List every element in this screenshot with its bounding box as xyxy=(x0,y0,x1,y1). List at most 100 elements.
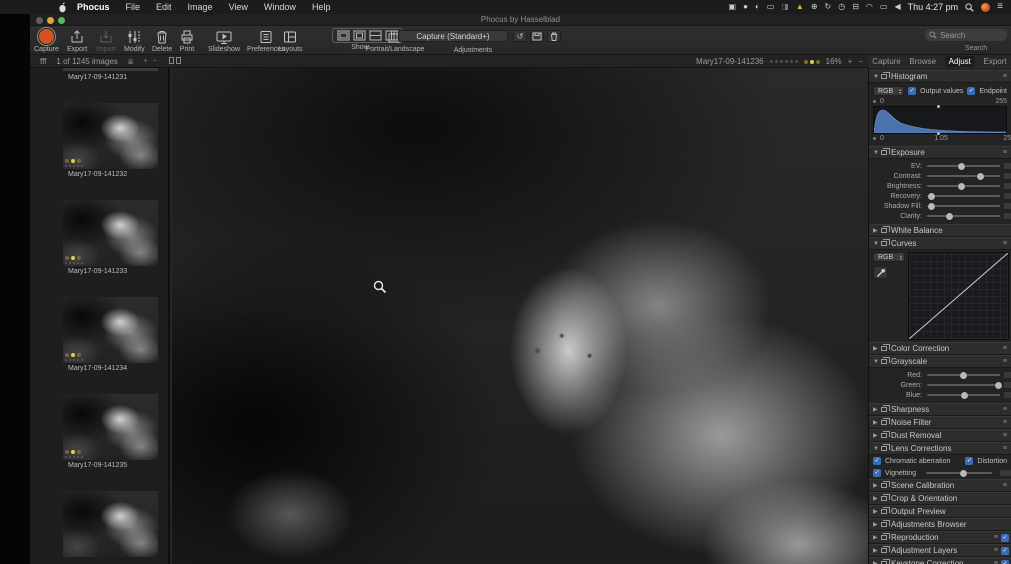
red-slider[interactable] xyxy=(927,374,1000,376)
filter-badge[interactable]: fff xyxy=(40,57,46,66)
section-preset-menu-icon[interactable]: ≡ xyxy=(1003,345,1007,352)
menu-view[interactable]: View xyxy=(221,0,256,14)
disclosure-triangle-icon[interactable]: ▶ xyxy=(873,406,881,413)
section-header-reproduction[interactable]: ▶ Reproduction ≡ ✓ xyxy=(869,531,1011,544)
menu-image[interactable]: Image xyxy=(180,0,221,14)
menu-window[interactable]: Window xyxy=(256,0,304,14)
keystone-checkbox[interactable]: ✓ xyxy=(1001,560,1009,564)
recovery-slider[interactable] xyxy=(927,195,1000,197)
disclosure-triangle-icon[interactable]: ▼ xyxy=(873,446,881,452)
menu-phocus[interactable]: Phocus xyxy=(69,0,118,14)
blue-slider[interactable] xyxy=(927,394,1000,396)
thumbnail-item[interactable]: Mary17-09-141234 xyxy=(30,297,168,372)
reset-adjustments-button[interactable]: ↺ xyxy=(513,30,527,42)
delete-preset-button[interactable] xyxy=(547,30,561,42)
brightness-slider[interactable] xyxy=(927,185,1000,187)
section-header-lens-corrections[interactable]: ▼ Lens Corrections ≡ xyxy=(869,442,1011,455)
green-slider[interactable] xyxy=(927,384,1000,386)
section-header-curves[interactable]: ▼ Curves ≡ xyxy=(869,237,1011,250)
histogram-plot[interactable] xyxy=(873,106,1007,134)
disclosure-triangle-icon[interactable]: ▼ xyxy=(873,150,881,156)
thumbnail-image[interactable] xyxy=(63,103,158,169)
disclosure-triangle-icon[interactable]: ▶ xyxy=(873,432,881,439)
main-photo[interactable] xyxy=(172,68,868,564)
section-preset-menu-icon[interactable]: ≡ xyxy=(1003,149,1007,156)
thumbnail-image[interactable] xyxy=(63,297,158,363)
delete-button[interactable]: Delete xyxy=(152,28,172,53)
thumbnail-item[interactable]: Mary17-09-141232 xyxy=(30,103,168,178)
slideshow-button[interactable]: Slideshow xyxy=(208,28,240,53)
airprint-icon[interactable]: ⊟ xyxy=(852,0,859,14)
apple-menu-icon[interactable] xyxy=(58,2,67,13)
curves-grid[interactable] xyxy=(908,252,1009,340)
tab-export[interactable]: Export xyxy=(984,57,1007,66)
volume-icon[interactable]: ◀ xyxy=(894,0,900,14)
modify-button[interactable]: Modify xyxy=(124,28,145,53)
clarity-slider[interactable] xyxy=(927,215,1000,217)
camera-icon[interactable]: ◨ xyxy=(781,0,789,14)
tab-adjust[interactable]: Adjust xyxy=(945,56,975,67)
section-preset-menu-icon[interactable]: ≡ xyxy=(1003,406,1007,413)
tab-browse[interactable]: Browse xyxy=(909,57,936,66)
disclosure-triangle-icon[interactable]: ▶ xyxy=(873,495,881,502)
print-button[interactable]: Print xyxy=(179,28,195,53)
red-value-field[interactable] xyxy=(1003,371,1011,379)
rating-dots[interactable] xyxy=(770,60,798,63)
section-preset-menu-icon[interactable]: ≡ xyxy=(1003,419,1007,426)
output-values-checkbox[interactable]: ✓ xyxy=(908,87,916,95)
endpoint-handle[interactable] xyxy=(873,137,876,140)
screen-capture-icon[interactable]: ▣ xyxy=(729,0,737,14)
disclosure-triangle-icon[interactable]: ▼ xyxy=(873,241,881,247)
droplet-icon[interactable]: ◐ xyxy=(755,0,760,14)
search-input[interactable] xyxy=(940,31,1000,40)
reproduction-checkbox[interactable]: ✓ xyxy=(1001,534,1009,542)
ev-value-field[interactable] xyxy=(1003,162,1011,170)
endpoints-checkbox[interactable]: ✓ xyxy=(967,87,975,95)
section-header-output-preview[interactable]: ▶ Output Preview xyxy=(869,505,1011,518)
ev-slider[interactable] xyxy=(927,165,1000,167)
disclosure-triangle-icon[interactable]: ▶ xyxy=(873,482,881,489)
export-button[interactable]: Export xyxy=(67,28,87,53)
sort-icon[interactable]: ≣ xyxy=(128,58,134,66)
section-header-scene-calibration[interactable]: ▶ Scene Calibration ≡ xyxy=(869,479,1011,492)
section-preset-menu-icon[interactable]: ≡ xyxy=(1003,482,1007,489)
tab-capture[interactable]: Capture xyxy=(872,57,900,66)
siri-icon[interactable] xyxy=(981,3,990,12)
chromatic-aberration-checkbox[interactable]: ✓ xyxy=(873,457,881,465)
contrast-value-field[interactable] xyxy=(1003,172,1011,180)
green-value-field[interactable] xyxy=(1003,381,1011,389)
dark-mode-icon[interactable]: ● xyxy=(743,0,748,14)
disclosure-triangle-icon[interactable]: ▶ xyxy=(873,227,881,234)
distortion-checkbox[interactable]: ✓ xyxy=(965,457,973,465)
thumbnail-image[interactable] xyxy=(63,200,158,266)
capture-button[interactable]: Capture xyxy=(34,28,59,53)
section-preset-menu-icon[interactable]: ≡ xyxy=(1003,240,1007,247)
menubar-clock[interactable]: Thu 4:27 pm xyxy=(908,2,959,12)
histogram-channel-select[interactable]: RGB ▴▾ xyxy=(873,86,904,96)
disclosure-triangle-icon[interactable]: ▶ xyxy=(873,508,881,515)
time-machine-icon[interactable]: ◷ xyxy=(838,0,845,14)
section-header-sharpness[interactable]: ▶ Sharpness ≡ xyxy=(869,403,1011,416)
menu-edit[interactable]: Edit xyxy=(148,0,180,14)
display-icon[interactable]: ▭ xyxy=(767,0,775,14)
window-titlebar[interactable]: Phocus by Hasselblad xyxy=(30,14,1011,26)
disclosure-triangle-icon[interactable]: ▶ xyxy=(873,534,881,541)
menu-file[interactable]: File xyxy=(118,0,149,14)
adjustment-layers-checkbox[interactable]: ✓ xyxy=(1001,547,1009,555)
section-header-adjustments-browser[interactable]: ▶ Adjustments Browser xyxy=(869,518,1011,531)
brightness-value-field[interactable] xyxy=(1003,182,1011,190)
notification-center-icon[interactable]: ≡ xyxy=(997,0,1003,14)
thumbnail-image-partial[interactable] xyxy=(63,491,158,557)
clarity-value-field[interactable] xyxy=(1003,212,1011,220)
section-header-color-correction[interactable]: ▶ Color Correction ≡ xyxy=(869,342,1011,355)
zoom-in-button[interactable]: + xyxy=(848,57,853,66)
vignetting-slider[interactable] xyxy=(926,472,992,474)
curves-eyedropper-button[interactable] xyxy=(873,266,888,279)
disclosure-triangle-icon[interactable]: ▶ xyxy=(873,560,881,564)
section-header-grayscale[interactable]: ▼ Grayscale ≡ xyxy=(869,355,1011,368)
disclosure-triangle-icon[interactable]: ▶ xyxy=(873,345,881,352)
disclosure-triangle-icon[interactable]: ▼ xyxy=(873,74,881,80)
warning-icon[interactable]: ▲ xyxy=(796,0,804,14)
vignetting-checkbox[interactable]: ✓ xyxy=(873,469,881,477)
thumbnail-size-toggle[interactable] xyxy=(167,57,181,66)
